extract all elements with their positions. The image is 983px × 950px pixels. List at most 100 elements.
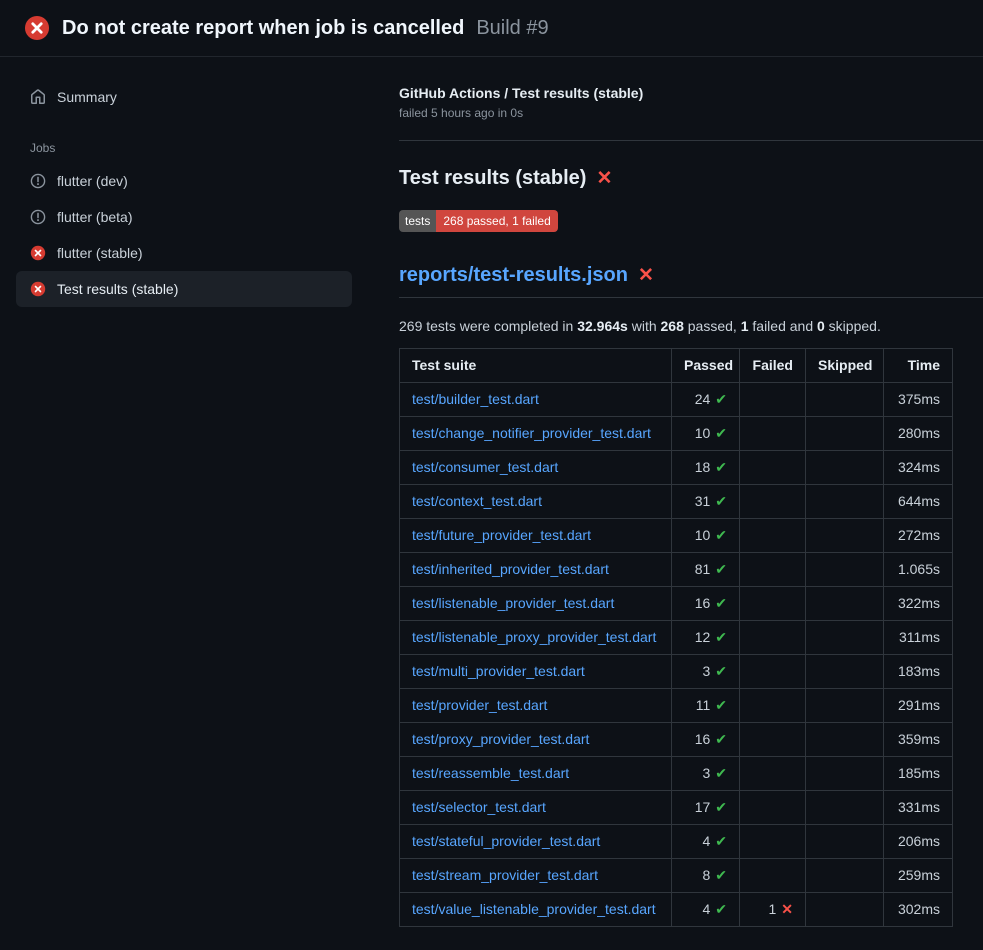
sidebar-item-label: Test results (stable) [57,281,178,297]
count-value: 4 [702,833,710,849]
check-icon: ✔ [715,663,727,679]
time-cell: 280ms [884,417,953,451]
count-value: 3 [702,765,710,781]
test-suite-link[interactable]: test/provider_test.dart [412,697,547,713]
test-suite-link[interactable]: test/listenable_provider_test.dart [412,595,614,611]
sidebar-item-label: Summary [57,89,117,105]
test-suite-cell: test/proxy_provider_test.dart [400,723,672,757]
sidebar-item-label: flutter (dev) [57,173,128,189]
skipped-cell [806,757,884,791]
time-cell: 331ms [884,791,953,825]
col-header-passed: Passed [672,349,740,383]
badge-value: 268 passed, 1 failed [436,210,557,232]
test-results-tbody: test/builder_test.dart24✔375mstest/chang… [400,383,953,927]
failed-cell [740,757,806,791]
failed-cell [740,451,806,485]
report-heading: reports/test-results.json ✕ [399,264,983,298]
skipped-cell [806,519,884,553]
cross-icon: ✕ [781,901,793,917]
sidebar: Summary Jobs flutter (dev) flut [0,57,360,307]
test-suite-link[interactable]: test/selector_test.dart [412,799,546,815]
test-suite-link[interactable]: test/value_listenable_provider_test.dart [412,901,656,917]
time-cell: 206ms [884,825,953,859]
test-suite-link[interactable]: test/stateful_provider_test.dart [412,833,600,849]
count-value: 1 [768,901,776,917]
table-row: test/multi_provider_test.dart3✔183ms [400,655,953,689]
sidebar-item-flutter-dev[interactable]: flutter (dev) [16,163,352,199]
check-icon: ✔ [715,493,727,509]
test-suite-link[interactable]: test/stream_provider_test.dart [412,867,598,883]
passed-cell: 17✔ [672,791,740,825]
time-cell: 324ms [884,451,953,485]
table-row: test/reassemble_test.dart3✔185ms [400,757,953,791]
skipped-cell [806,791,884,825]
sidebar-item-test-results-stable[interactable]: Test results (stable) [16,271,352,307]
passed-cell: 16✔ [672,723,740,757]
count-value: 10 [695,425,711,441]
test-results-table: Test suite Passed Failed Skipped Time te… [399,348,953,927]
skipped-cell [806,553,884,587]
failed-cell [740,859,806,893]
skipped-cell [806,587,884,621]
count-value: 8 [702,867,710,883]
check-icon: ✔ [715,901,727,917]
count-value: 12 [695,629,711,645]
failed-cell [740,791,806,825]
table-row: test/inherited_provider_test.dart81✔1.06… [400,553,953,587]
passed-cell: 81✔ [672,553,740,587]
col-header-test-suite: Test suite [400,349,672,383]
sidebar-item-flutter-stable[interactable]: flutter (stable) [16,235,352,271]
sidebar-item-flutter-beta[interactable]: flutter (beta) [16,199,352,235]
test-suite-link[interactable]: test/inherited_provider_test.dart [412,561,609,577]
passed-cell: 12✔ [672,621,740,655]
check-icon: ✔ [715,595,727,611]
build-number: Build #9 [476,17,548,40]
skipped-cell [806,723,884,757]
check-icon: ✔ [715,391,727,407]
failed-cell [740,553,806,587]
time-cell: 359ms [884,723,953,757]
skipped-cell [806,825,884,859]
count-value: 17 [695,799,711,815]
test-suite-link[interactable]: test/change_notifier_provider_test.dart [412,425,651,441]
test-suite-link[interactable]: test/multi_provider_test.dart [412,663,585,679]
test-suite-link[interactable]: test/context_test.dart [412,493,542,509]
failed-cell [740,485,806,519]
time-cell: 272ms [884,519,953,553]
count-value: 18 [695,459,711,475]
sidebar-item-summary[interactable]: Summary [16,79,352,115]
check-icon: ✔ [715,425,727,441]
failed-cell [740,723,806,757]
table-row: test/selector_test.dart 17✔ 331ms [400,791,953,825]
table-row: test/stream_provider_test.dart 8 ✔ 259ms [400,859,953,893]
failed-cell [740,825,806,859]
check-icon: ✔ [715,833,727,849]
time-cell: 311ms [884,621,953,655]
failed-cell [740,689,806,723]
table-row: test/provider_test.dart11✔291ms [400,689,953,723]
test-suite-link[interactable]: test/consumer_test.dart [412,459,558,475]
col-header-failed: Failed [740,349,806,383]
passed-cell: 18✔ [672,451,740,485]
check-icon: ✔ [715,459,727,475]
passed-cell: 4✔ [672,893,740,927]
test-suite-link[interactable]: test/builder_test.dart [412,391,539,407]
report-link[interactable]: reports/test-results.json [399,264,628,287]
test-suite-cell: test/stateful_provider_test.dart [400,825,672,859]
test-suite-cell: test/change_notifier_provider_test.dart [400,417,672,451]
passed-cell: 3✔ [672,655,740,689]
test-suite-link[interactable]: test/future_provider_test.dart [412,527,591,543]
test-suite-link[interactable]: test/listenable_proxy_provider_test.dart [412,629,656,645]
test-suite-link[interactable]: test/reassemble_test.dart [412,765,569,781]
check-icon: ✔ [715,867,727,883]
failed-circle-icon [30,281,46,297]
table-header-row: Test suite Passed Failed Skipped Time [400,349,953,383]
passed-cell: 10✔ [672,519,740,553]
check-icon: ✔ [715,731,727,747]
time-cell: 259ms [884,859,953,893]
test-suite-cell: test/context_test.dart [400,485,672,519]
breadcrumb: GitHub Actions / Test results (stable) [399,85,983,101]
test-suite-link[interactable]: test/proxy_provider_test.dart [412,731,589,747]
test-suite-cell: test/listenable_proxy_provider_test.dart [400,621,672,655]
badge-label: tests [399,210,436,232]
